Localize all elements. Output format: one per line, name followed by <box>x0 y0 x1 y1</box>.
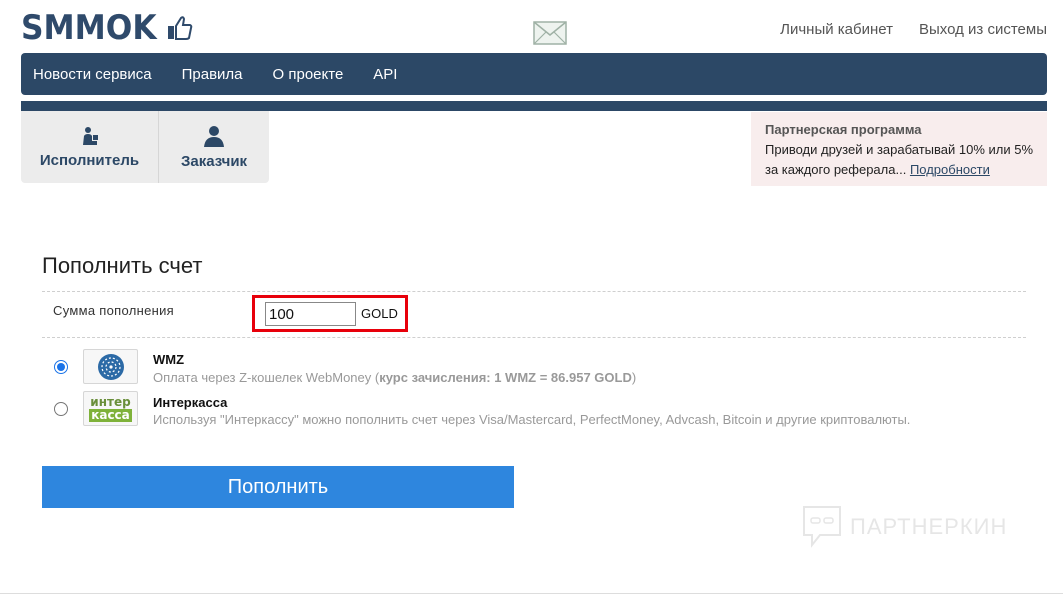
webmoney-logo <box>83 349 138 384</box>
partner-details-link[interactable]: Подробности <box>910 162 990 177</box>
watermark-text: ПАРТНЕРКИН <box>850 514 1008 539</box>
partner-banner: Партнерская программа Приводи друзей и з… <box>751 112 1047 186</box>
wmz-name: WMZ <box>153 352 185 367</box>
role-label-executor: Исполнитель <box>39 151 140 169</box>
customer-icon <box>204 125 224 147</box>
wmz-radio[interactable] <box>54 360 68 374</box>
amount-label: Сумма пополнения <box>53 303 174 318</box>
submit-button[interactable]: Пополнить <box>42 466 514 508</box>
amount-input[interactable] <box>265 302 356 326</box>
partner-description: Приводи друзей и зарабатывай 10% или 5% … <box>765 142 1034 177</box>
role-label-customer: Заказчик <box>180 152 248 170</box>
webmoney-icon <box>97 353 124 380</box>
wmz-desc-prefix: Оплата через Z-кошелек WebMoney ( <box>153 370 380 385</box>
nav-item-about[interactable]: О проекте <box>273 66 344 83</box>
mail-icon[interactable] <box>533 21 567 45</box>
partner-title: Партнерская программа <box>765 122 922 137</box>
role-tab-executor[interactable]: Исполнитель <box>21 111 159 183</box>
wmz-rate: курс зачисления: 1 WMZ = 86.957 GOLD <box>379 370 632 385</box>
watermark: ПАРТНЕРКИН <box>802 505 1007 549</box>
logo-text: SMMOK <box>21 8 157 48</box>
partner-text: Приводи друзей и зарабатывай 10% или 5% … <box>765 140 1033 180</box>
role-tab-customer[interactable]: Заказчик <box>159 111 269 183</box>
nav-item-rules[interactable]: Правила <box>182 66 243 83</box>
wmz-description: Оплата через Z-кошелек WebMoney (курс за… <box>153 370 636 385</box>
divider <box>42 291 1026 292</box>
sub-bar <box>21 101 1047 111</box>
interkassa-logo: интер касса <box>83 391 138 426</box>
wmz-desc-suffix: ) <box>631 370 637 385</box>
interkassa-description: Используя "Интеркассу" можно пополнить с… <box>153 412 911 427</box>
logo[interactable]: SMMOK <box>21 8 194 48</box>
thumbs-up-icon <box>168 16 193 40</box>
main-nav: Новости сервиса Правила О проекте API <box>21 53 1047 95</box>
cabinet-link[interactable]: Личный кабинет <box>780 21 893 38</box>
nav-item-news[interactable]: Новости сервиса <box>33 66 152 83</box>
interkassa-logo-top: интер <box>90 394 131 409</box>
top-links: Личный кабинет Выход из системы <box>780 21 1047 38</box>
executor-icon <box>82 126 98 145</box>
logout-link[interactable]: Выход из системы <box>919 21 1047 38</box>
page-title: Пополнить счет <box>42 253 203 278</box>
divider <box>42 337 1026 338</box>
nav-item-api[interactable]: API <box>373 66 397 83</box>
watermark-chat-icon <box>803 506 841 548</box>
interkassa-radio[interactable] <box>54 402 68 416</box>
interkassa-logo-bottom: касса <box>89 407 132 422</box>
interkassa-name: Интеркасса <box>153 395 228 410</box>
bottom-divider <box>0 593 1063 594</box>
amount-unit: GOLD <box>361 306 398 321</box>
role-tabs: Исполнитель Заказчик <box>21 111 269 183</box>
